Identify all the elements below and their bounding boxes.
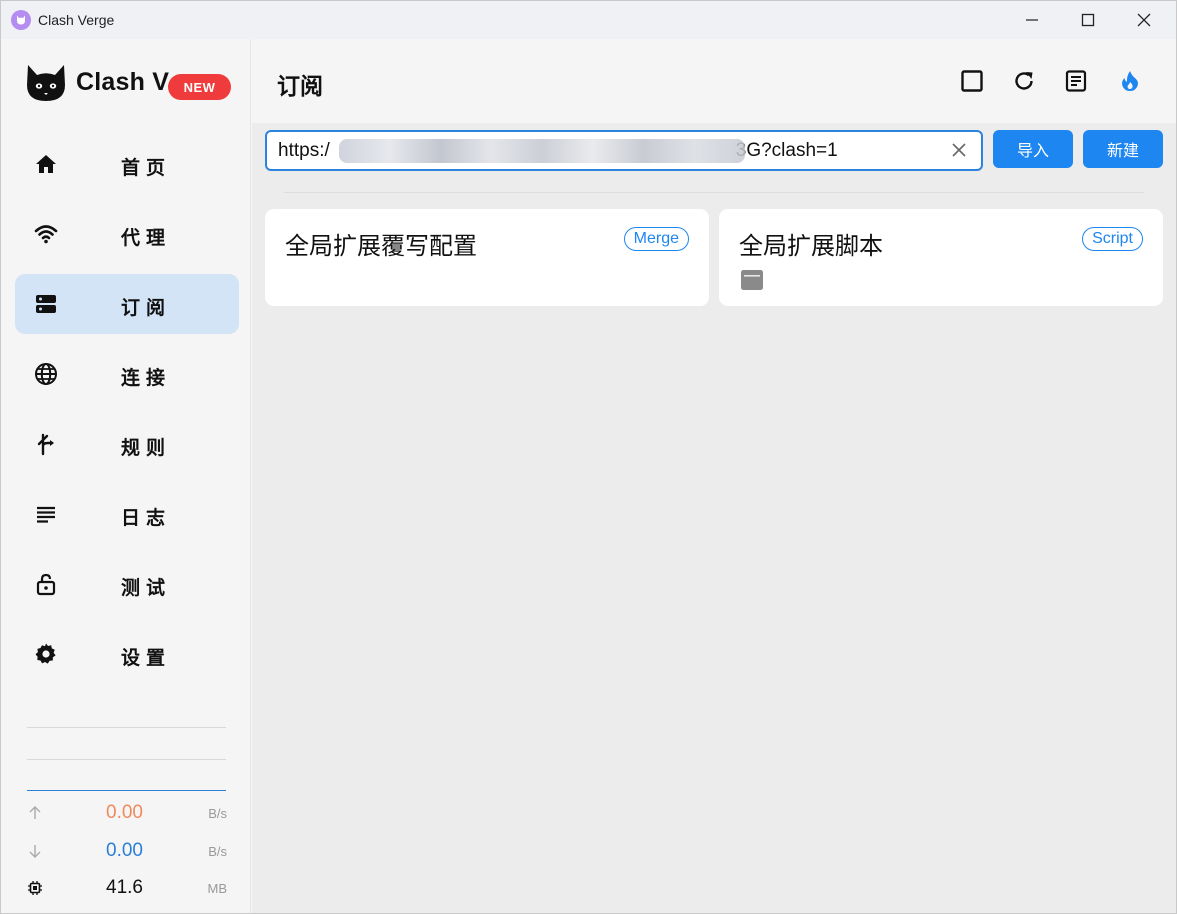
card-type-tag: Script bbox=[1082, 227, 1143, 251]
sidebar-item-label: 规则 bbox=[121, 438, 172, 459]
new-profile-button[interactable]: 新建 bbox=[1083, 130, 1163, 168]
window-title: Clash Verge bbox=[38, 12, 115, 28]
traffic-graph-baseline bbox=[27, 790, 226, 791]
card-type-tag: Merge bbox=[623, 227, 689, 251]
minimize-button[interactable] bbox=[1009, 1, 1055, 39]
refresh-icon bbox=[1015, 72, 1033, 90]
page-header: 订阅 bbox=[252, 39, 1176, 123]
clear-input-icon[interactable] bbox=[951, 142, 967, 158]
memory-usage-unit: MB bbox=[207, 881, 228, 896]
arrow-down-icon bbox=[29, 845, 41, 858]
fork-arrow-icon bbox=[37, 433, 54, 456]
title-bar[interactable]: Clash Verge bbox=[1, 1, 1176, 39]
sidebar-item-home[interactable]: 首页 bbox=[15, 134, 239, 194]
gear-icon bbox=[35, 643, 56, 664]
fire-icon bbox=[1122, 71, 1138, 91]
sidebar-item-label: 设置 bbox=[121, 648, 172, 669]
download-speed-row: 0.00 B/s bbox=[27, 839, 227, 863]
app-window: Clash Verge Clash V NEW 首页 代理 订阅 连接 规则 日… bbox=[0, 0, 1177, 914]
sidebar-divider bbox=[27, 727, 226, 728]
sidebar-item-logs[interactable]: 日志 bbox=[15, 484, 239, 544]
toggle-layout-button[interactable] bbox=[959, 68, 985, 94]
brand-name: Clash V bbox=[76, 68, 170, 96]
terminal-icon bbox=[741, 270, 763, 290]
sidebar-divider bbox=[27, 759, 226, 760]
refresh-button[interactable] bbox=[1011, 68, 1037, 94]
lock-icon bbox=[36, 573, 56, 596]
content-divider bbox=[284, 192, 1144, 193]
activate-button[interactable] bbox=[1117, 68, 1143, 94]
sidebar-item-connections[interactable]: 连接 bbox=[15, 344, 239, 404]
download-speed-value: 0.00 bbox=[106, 840, 143, 861]
profile-card-merge[interactable]: 全局扩展覆写配置 Merge bbox=[265, 209, 709, 306]
page-title: 订阅 bbox=[277, 73, 323, 99]
sidebar-item-label: 测试 bbox=[121, 578, 172, 599]
sidebar-item-label: 订阅 bbox=[121, 298, 172, 319]
memory-usage-value: 41.6 bbox=[106, 877, 143, 898]
wifi-icon bbox=[34, 225, 58, 244]
memory-usage-row: 41.6 MB bbox=[27, 876, 227, 900]
sidebar-item-rules[interactable]: 规则 bbox=[15, 414, 239, 474]
view-logs-button[interactable] bbox=[1063, 68, 1089, 94]
sidebar-item-settings[interactable]: 设置 bbox=[15, 624, 239, 684]
square-icon bbox=[961, 70, 983, 92]
sidebar-item-label: 日志 bbox=[121, 508, 172, 529]
upload-speed-unit: B/s bbox=[208, 806, 227, 821]
storage-icon bbox=[36, 295, 56, 313]
home-icon bbox=[36, 155, 56, 173]
card-title: 全局扩展脚本 bbox=[739, 233, 883, 260]
upload-speed-value: 0.00 bbox=[106, 802, 143, 823]
sidebar: Clash V NEW 首页 代理 订阅 连接 规则 日志 测试 设置 0.00… bbox=[1, 39, 251, 913]
sidebar-item-profiles[interactable]: 订阅 bbox=[15, 274, 239, 334]
maximize-button[interactable] bbox=[1065, 1, 1111, 39]
globe-icon bbox=[35, 363, 57, 385]
document-icon bbox=[1065, 70, 1087, 92]
new-badge[interactable]: NEW bbox=[168, 74, 231, 100]
subscription-url-input[interactable]: https:/3G?clash=1 bbox=[265, 130, 983, 171]
memory-chip-icon bbox=[28, 881, 42, 895]
url-redacted-blur bbox=[339, 139, 745, 163]
upload-speed-row: 0.00 B/s bbox=[27, 801, 227, 825]
sidebar-item-test[interactable]: 测试 bbox=[15, 554, 239, 614]
sidebar-item-proxies[interactable]: 代理 bbox=[15, 204, 239, 264]
sidebar-item-label: 连接 bbox=[121, 368, 172, 389]
profile-card-script[interactable]: 全局扩展脚本 Script bbox=[719, 209, 1163, 306]
arrow-up-icon bbox=[29, 806, 41, 819]
app-cat-icon bbox=[11, 10, 31, 30]
card-title: 全局扩展覆写配置 bbox=[285, 233, 477, 260]
import-button[interactable]: 导入 bbox=[993, 130, 1073, 168]
sidebar-item-label: 代理 bbox=[121, 228, 172, 249]
main-content: 订阅 https:/ 3G?clash=1 导入 新建 全局扩展覆写配置 Mer… bbox=[252, 39, 1176, 913]
clash-cat-logo-icon bbox=[27, 65, 65, 101]
lines-icon bbox=[37, 506, 55, 523]
sidebar-item-label: 首页 bbox=[121, 158, 172, 179]
download-speed-unit: B/s bbox=[208, 844, 227, 859]
close-window-button[interactable] bbox=[1121, 1, 1167, 39]
